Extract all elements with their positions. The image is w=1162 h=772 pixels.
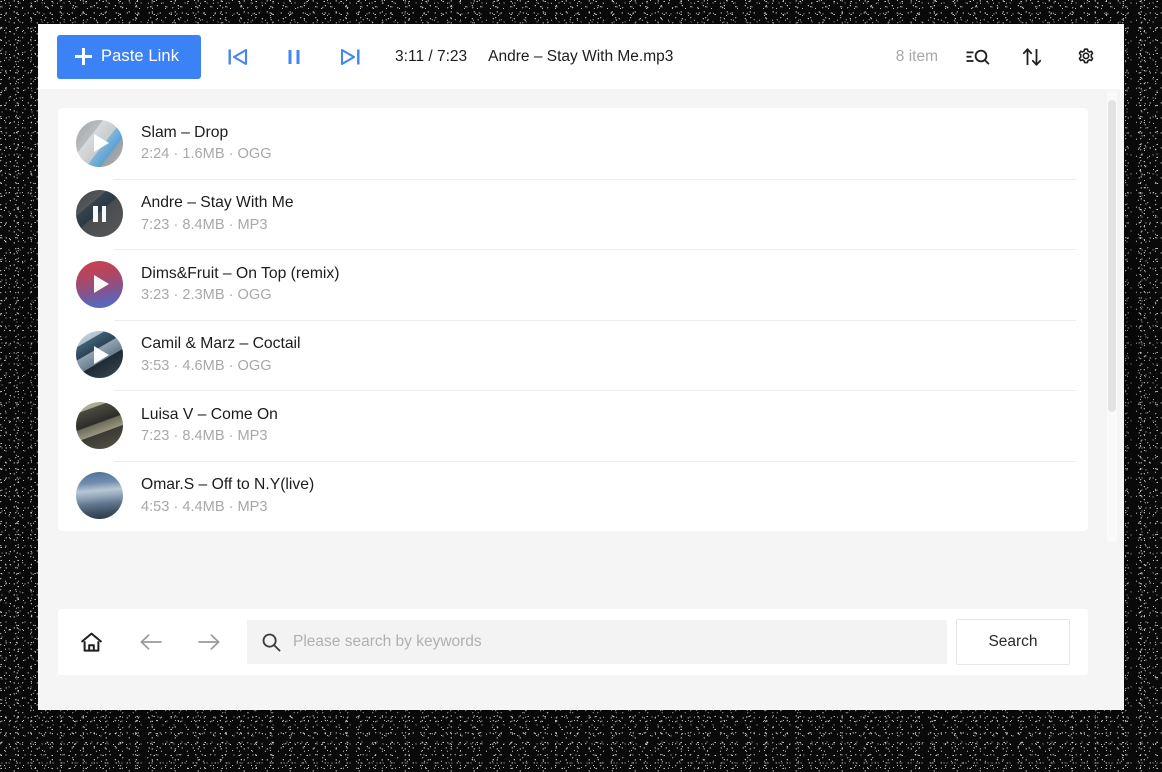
track-list: Slam – Drop 2:24 · 1.6MB · OGG Andre – S… [58, 108, 1088, 531]
arrow-left-icon [138, 631, 164, 653]
paste-link-label: Paste Link [101, 47, 179, 66]
settings-button[interactable] [1070, 41, 1102, 73]
search-input[interactable]: Please search by keywords [247, 620, 947, 664]
track-thumbnail[interactable] [76, 120, 123, 167]
track-meta-line: 7:23 · 8.4MB · MP3 [141, 217, 294, 235]
track-title: Omar.S – Off to N.Y(live) [141, 475, 314, 495]
item-count-label: 8 item [896, 48, 938, 66]
track-meta-line: 3:23 · 2.3MB · OGG [141, 287, 339, 305]
pause-icon [76, 190, 123, 237]
list-scrollbar[interactable] [1107, 92, 1117, 542]
search-input-placeholder: Please search by keywords [293, 633, 482, 651]
top-toolbar: Paste Link [38, 24, 1124, 89]
track-info: Luisa V – Come On 7:23 · 8.4MB · MP3 [141, 405, 278, 446]
next-track-button[interactable] [333, 40, 367, 74]
play-icon [76, 120, 123, 167]
app-window: Paste Link [38, 24, 1124, 710]
track-title: Slam – Drop [141, 123, 272, 143]
search-icon [261, 632, 282, 653]
transport-controls [221, 40, 367, 74]
search-button[interactable]: Search [956, 619, 1070, 665]
content-area: Slam – Drop 2:24 · 1.6MB · OGG Andre – S… [38, 89, 1124, 710]
sort-button[interactable] [1016, 41, 1048, 73]
table-row[interactable]: Omar.S – Off to N.Y(live) 4:53 · 4.4MB ·… [58, 461, 1088, 532]
table-row[interactable]: Andre – Stay With Me 7:23 · 8.4MB · MP3 [58, 179, 1088, 250]
track-meta-line: 2:24 · 1.6MB · OGG [141, 146, 272, 164]
track-thumbnail[interactable] [76, 190, 123, 237]
pause-icon [285, 47, 303, 67]
track-thumbnail[interactable] [76, 402, 123, 449]
track-thumbnail[interactable] [76, 331, 123, 378]
table-row[interactable]: Luisa V – Come On 7:23 · 8.4MB · MP3 [58, 390, 1088, 461]
now-playing-filename: Andre – Stay With Me.mp3 [488, 48, 673, 66]
back-button[interactable] [130, 621, 172, 663]
track-info: Andre – Stay With Me 7:23 · 8.4MB · MP3 [141, 193, 294, 234]
track-title: Andre – Stay With Me [141, 193, 294, 213]
next-track-icon [339, 47, 361, 67]
track-info: Slam – Drop 2:24 · 1.6MB · OGG [141, 123, 272, 164]
play-icon [76, 261, 123, 308]
table-row[interactable]: Slam – Drop 2:24 · 1.6MB · OGG [58, 108, 1088, 179]
track-meta-line: 4:53 · 4.4MB · MP3 [141, 499, 314, 517]
toolbar-right-group: 8 item [896, 41, 1124, 73]
sort-icon [1021, 46, 1043, 68]
table-row[interactable]: Camil & Marz – Coctail 3:53 · 4.6MB · OG… [58, 320, 1088, 391]
home-icon [79, 630, 104, 655]
track-title: Luisa V – Come On [141, 405, 278, 425]
home-button[interactable] [70, 621, 112, 663]
play-pause-button[interactable] [277, 40, 311, 74]
gear-icon [1074, 45, 1098, 69]
previous-track-button[interactable] [221, 40, 255, 74]
playback-time: 3:11 / 7:23 [395, 48, 467, 66]
album-art [76, 402, 123, 449]
track-info: Dims&Fruit – On Top (remix) 3:23 · 2.3MB… [141, 264, 339, 305]
track-title: Dims&Fruit – On Top (remix) [141, 264, 339, 284]
album-art [76, 472, 123, 519]
bottom-search-bar: Please search by keywords Search [58, 609, 1088, 675]
previous-track-icon [227, 47, 249, 67]
desktop-backdrop: Paste Link [0, 0, 1162, 772]
table-row[interactable]: Dims&Fruit – On Top (remix) 3:23 · 2.3MB… [58, 249, 1088, 320]
scrollbar-thumb[interactable] [1108, 100, 1116, 412]
track-info: Camil & Marz – Coctail 3:53 · 4.6MB · OG… [141, 334, 301, 375]
forward-button[interactable] [188, 621, 230, 663]
filter-search-icon [966, 47, 990, 67]
track-info: Omar.S – Off to N.Y(live) 4:53 · 4.4MB ·… [141, 475, 314, 516]
play-icon [76, 331, 123, 378]
plus-icon [75, 48, 92, 65]
filter-search-button[interactable] [962, 41, 994, 73]
track-meta-line: 3:53 · 4.6MB · OGG [141, 358, 301, 376]
paste-link-button[interactable]: Paste Link [57, 35, 201, 79]
track-meta-line: 7:23 · 8.4MB · MP3 [141, 428, 278, 446]
track-title: Camil & Marz – Coctail [141, 334, 301, 354]
track-thumbnail[interactable] [76, 472, 123, 519]
track-thumbnail[interactable] [76, 261, 123, 308]
arrow-right-icon [196, 631, 222, 653]
